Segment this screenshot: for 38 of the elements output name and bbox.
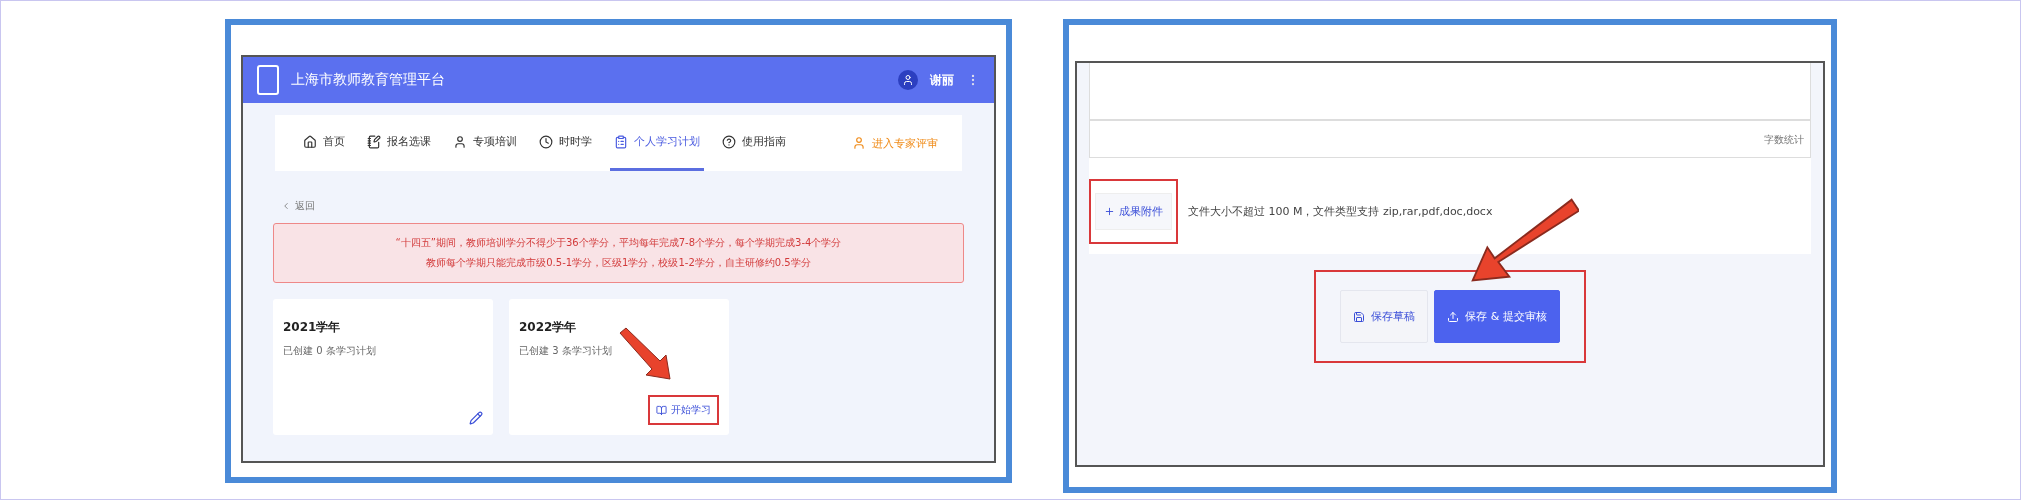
- submit-button[interactable]: 保存 & 提交审核: [1434, 290, 1560, 343]
- plan-card[interactable]: 2022学年 已创建 3 条学习计划 开始学习: [509, 299, 729, 435]
- person-icon: [852, 136, 866, 150]
- counter-field[interactable]: 字数统计: [1089, 120, 1811, 158]
- book-icon: [656, 404, 667, 416]
- clock-icon: [539, 134, 553, 149]
- back-link[interactable]: 返回: [281, 199, 994, 213]
- plan-summary: 已创建 3 条学习计划: [519, 344, 613, 358]
- app-title: 上海市教师教育管理平台: [291, 71, 446, 89]
- logo-icon: [257, 65, 279, 95]
- notice-text: “十四五”期间，教师培训学分不得少于36个学分，平均每年完成7-8个学分，每个学期完成3-4个学分: [395, 236, 842, 250]
- nav-tab[interactable]: 报名选课: [363, 115, 435, 171]
- help-icon: [722, 134, 736, 149]
- year-title: 2021学年: [283, 319, 342, 336]
- upload-hint: 文件大小不超过 100 M，文件类型支持 zip,rar,pdf,doc,docx: [1188, 203, 1493, 219]
- nav-tab[interactable]: 时时学: [535, 115, 596, 171]
- plan-summary: 已创建 0 条学习计划: [283, 344, 377, 358]
- clipboard-icon: [614, 134, 628, 149]
- plan-card[interactable]: 2021学年 已创建 0 条学习计划: [273, 299, 493, 435]
- home-icon: [303, 134, 317, 149]
- person-icon: [453, 134, 467, 149]
- save-draft-button[interactable]: 保存草稿: [1340, 290, 1429, 343]
- notice-text: 教师每个学期只能完成市级0.5-1学分，区级1学分，校级1-2学分，自主研修约0.5学分: [426, 256, 811, 270]
- year-title: 2022学年: [519, 319, 578, 336]
- start-study-button[interactable]: 开始学习: [654, 401, 713, 419]
- notebook-icon: [367, 134, 381, 149]
- save-icon: [1353, 310, 1366, 323]
- nav-tab[interactable]: 专项培训: [449, 115, 521, 171]
- nav-tab[interactable]: 个人学习计划: [610, 115, 704, 171]
- avatar-icon[interactable]: [898, 70, 918, 90]
- attachment-button[interactable]: 成果附件: [1095, 192, 1172, 230]
- pencil-icon[interactable]: [469, 411, 483, 425]
- plus-icon: [1104, 205, 1115, 217]
- chevron-left-icon: [281, 201, 291, 211]
- nav-tab[interactable]: 首页: [299, 115, 349, 171]
- upload-icon: [1447, 310, 1460, 323]
- user-name[interactable]: 谢丽: [930, 71, 954, 89]
- nav-tab[interactable]: 使用指南: [718, 115, 790, 171]
